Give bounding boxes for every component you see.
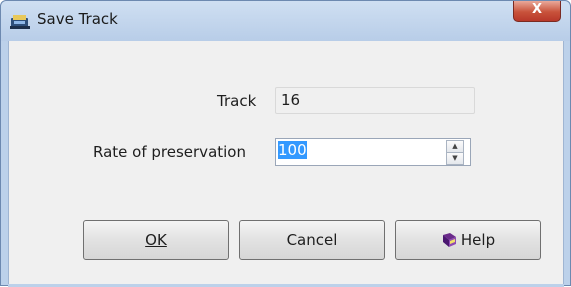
help-button[interactable]: Help <box>395 220 541 260</box>
rate-value: 100 <box>278 141 307 159</box>
close-icon: X <box>531 2 543 17</box>
help-label: Help <box>460 231 496 249</box>
rate-of-preservation-label: Rate of preservation <box>93 143 246 161</box>
save-track-icon <box>10 15 30 29</box>
track-label: Track <box>217 92 257 110</box>
title-bar[interactable]: Save Track X <box>1 1 570 41</box>
rate-of-preservation-input[interactable]: 100 <box>275 138 471 166</box>
dialog-body: Track 16 Rate of preservation 100 ▲ ▼ OK… <box>8 41 564 287</box>
ok-button[interactable]: OK <box>83 220 229 260</box>
save-track-dialog: Save Track X Track 16 Rate of preservati… <box>0 0 571 287</box>
close-button[interactable]: X <box>513 1 561 22</box>
ok-label: OK <box>145 231 167 249</box>
rate-spinner[interactable]: ▲ ▼ <box>446 140 464 165</box>
track-field: 16 <box>275 87 475 114</box>
cancel-label: Cancel <box>286 231 338 249</box>
cancel-button[interactable]: Cancel <box>239 220 385 260</box>
spin-down-arrow-icon[interactable]: ▼ <box>446 152 464 165</box>
window-title: Save Track <box>37 10 118 28</box>
help-book-icon <box>442 233 456 247</box>
track-value: 16 <box>281 91 301 109</box>
